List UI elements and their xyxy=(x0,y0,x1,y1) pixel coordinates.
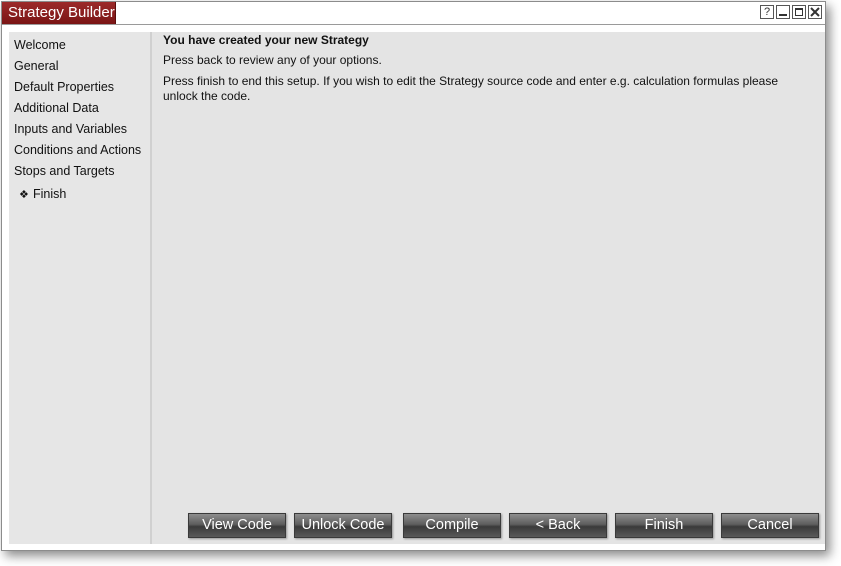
sidebar-item-finish[interactable]: ❖ Finish xyxy=(19,187,66,201)
sidebar-item-conditions-and-actions[interactable]: Conditions and Actions xyxy=(14,143,141,157)
title-bar[interactable]: Strategy Builder ? xyxy=(2,2,825,25)
sidebar-item-label: Finish xyxy=(33,187,67,201)
diamond-bullet-icon: ❖ xyxy=(19,189,29,201)
page-heading: You have created your new Strategy xyxy=(163,33,369,47)
back-button[interactable]: < Back xyxy=(509,513,607,538)
sidebar-item-additional-data[interactable]: Additional Data xyxy=(14,101,99,115)
window-controls: ? xyxy=(760,5,822,19)
cancel-button[interactable]: Cancel xyxy=(721,513,819,538)
maximize-icon[interactable] xyxy=(792,5,806,19)
sidebar-item-welcome[interactable]: Welcome xyxy=(14,38,66,52)
wizard-content-panel: You have created your new Strategy Press… xyxy=(152,32,825,544)
instruction-finish: Press finish to end this setup. If you w… xyxy=(163,74,779,103)
sidebar-item-stops-and-targets[interactable]: Stops and Targets xyxy=(14,164,115,178)
instruction-back: Press back to review any of your options… xyxy=(163,53,382,67)
sidebar-item-default-properties[interactable]: Default Properties xyxy=(14,80,114,94)
unlock-code-button[interactable]: Unlock Code xyxy=(294,513,392,538)
compile-button[interactable]: Compile xyxy=(403,513,501,538)
view-code-button[interactable]: View Code xyxy=(188,513,286,538)
help-icon[interactable]: ? xyxy=(760,5,774,19)
minimize-icon[interactable] xyxy=(776,5,790,19)
sidebar-item-inputs-and-variables[interactable]: Inputs and Variables xyxy=(14,122,127,136)
wizard-steps-sidebar: Welcome General Default Properties Addit… xyxy=(9,32,152,544)
strategy-builder-window: Strategy Builder ? Welcome General Defau… xyxy=(1,1,826,551)
close-icon[interactable] xyxy=(808,5,822,19)
finish-button[interactable]: Finish xyxy=(615,513,713,538)
sidebar-item-general[interactable]: General xyxy=(14,59,58,73)
window-title: Strategy Builder xyxy=(2,2,116,24)
